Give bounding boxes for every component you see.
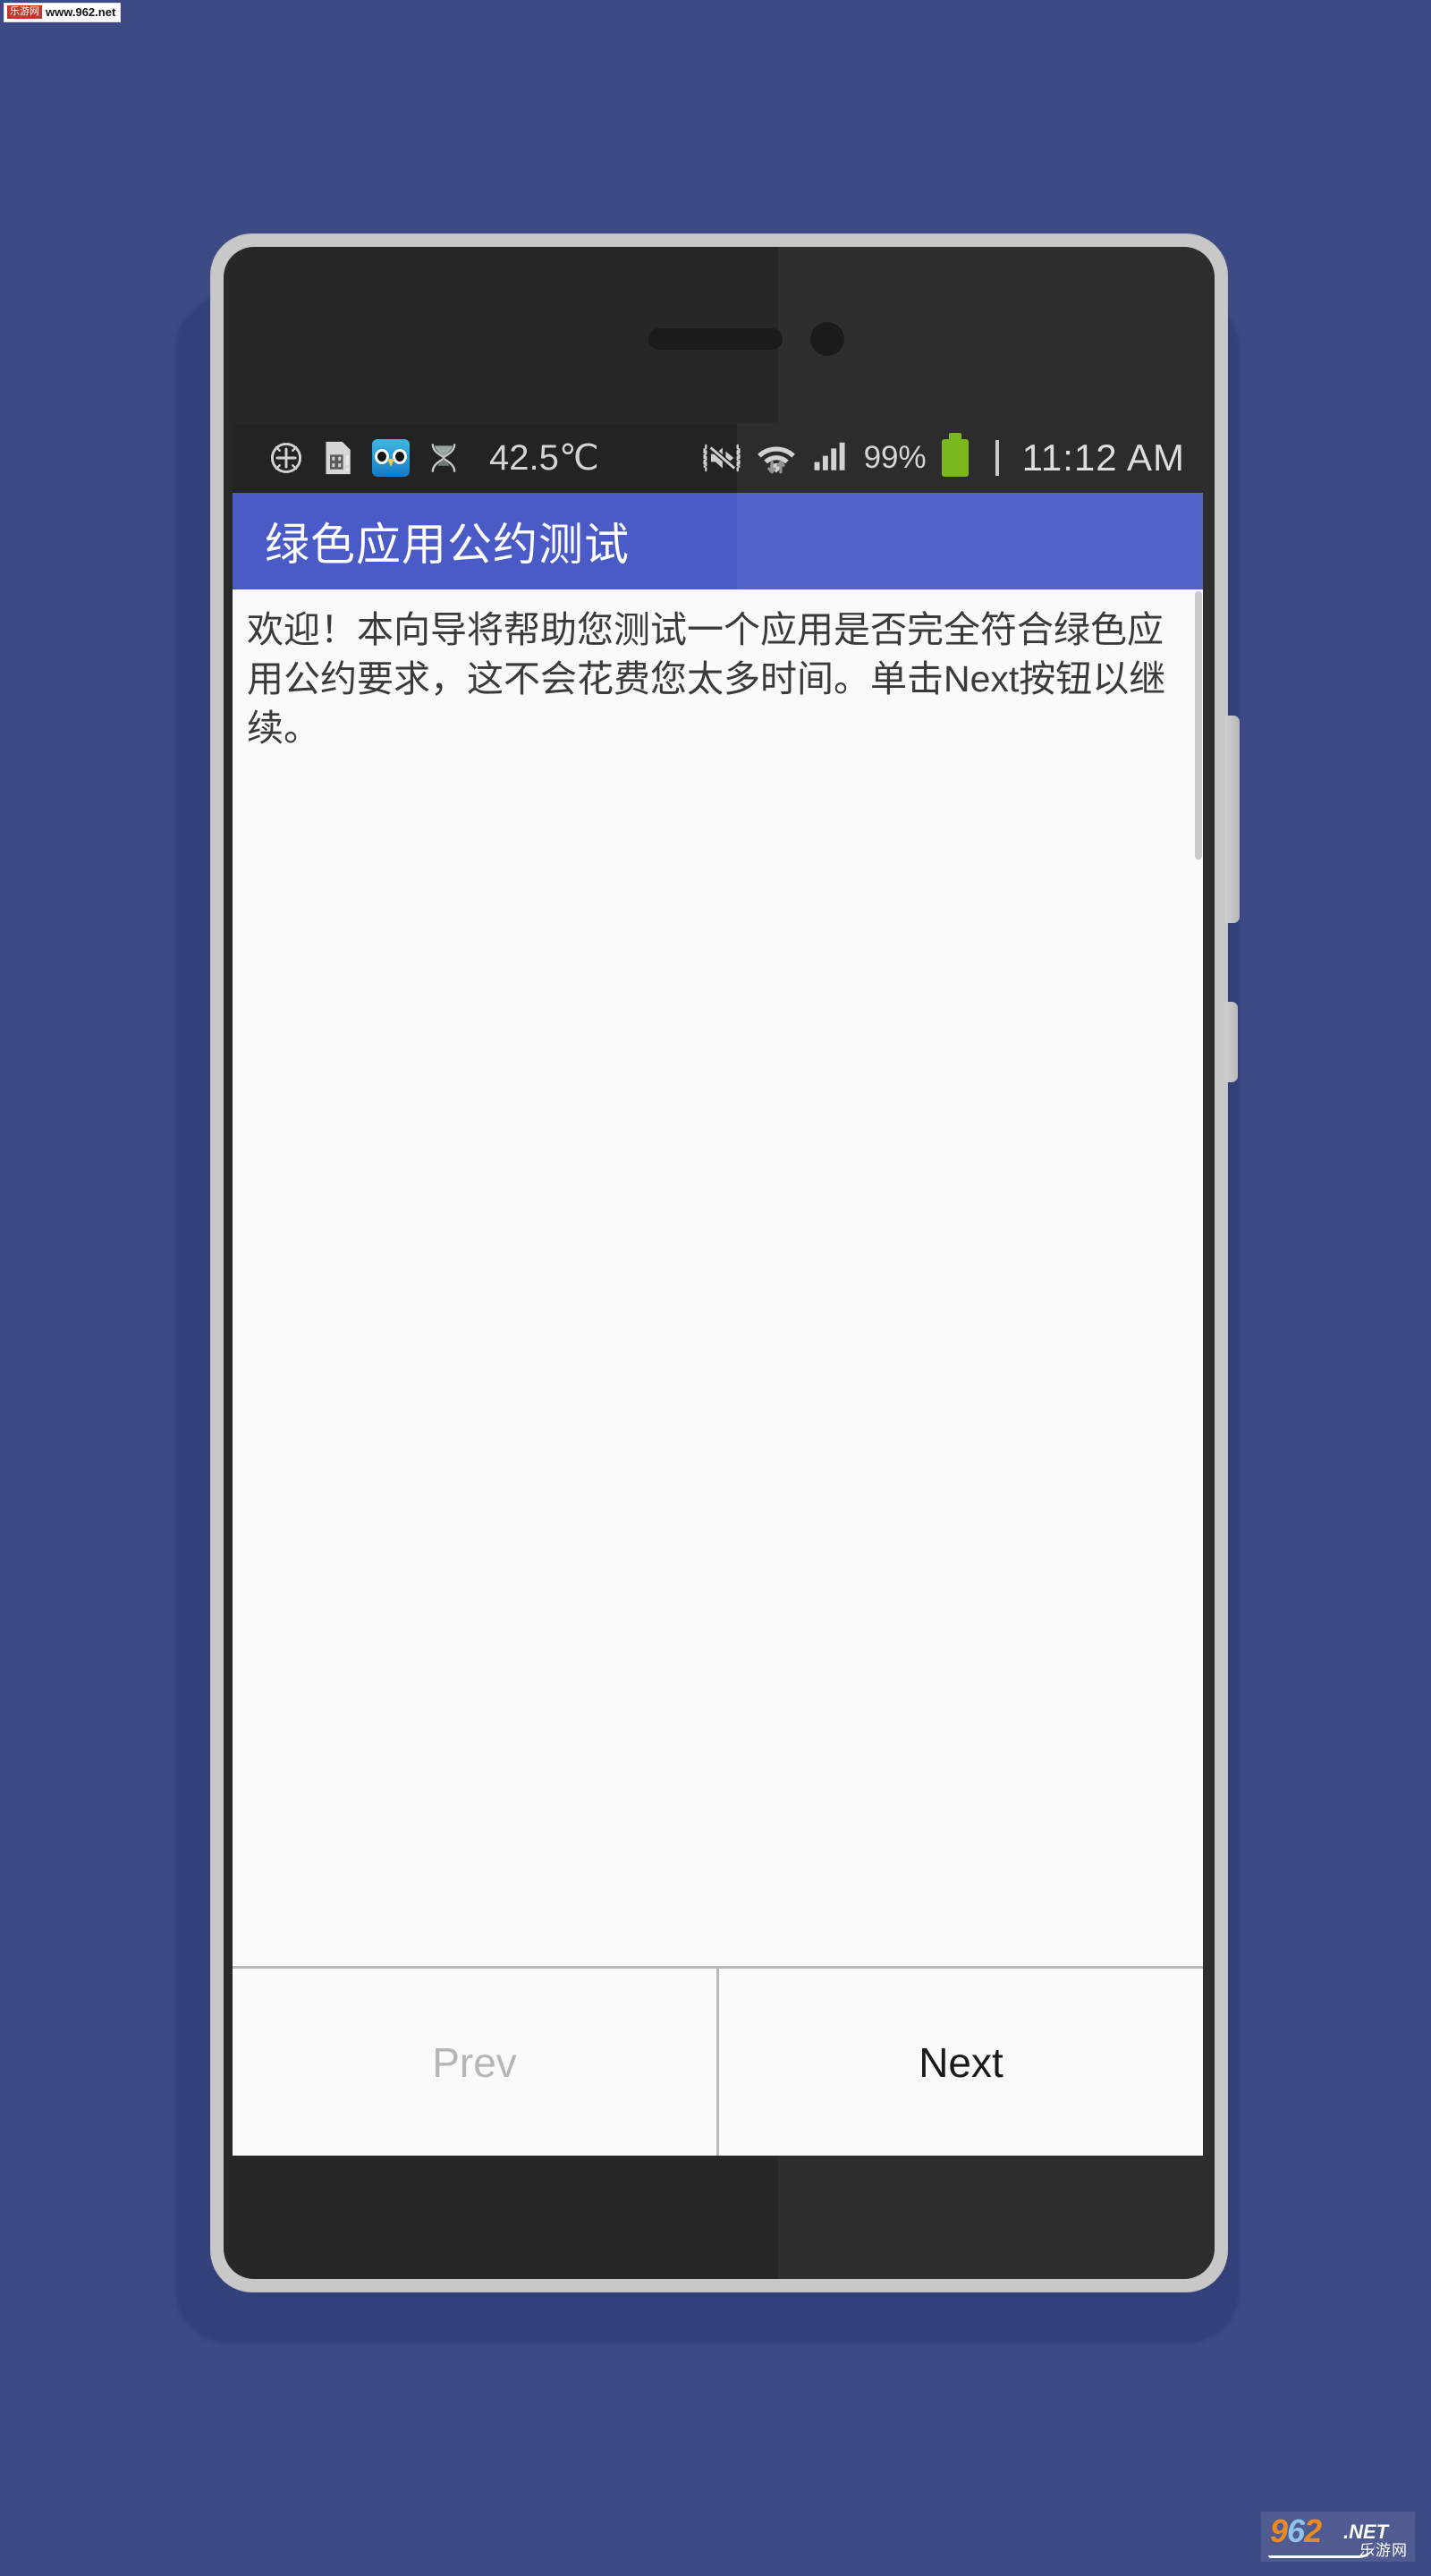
cellular-signal-icon — [814, 442, 845, 470]
prev-button[interactable]: Prev — [233, 1969, 716, 2156]
owl-beak — [387, 459, 394, 467]
status-bar-right-icons: 99% 11:12 AM — [701, 433, 1190, 479]
app-bar-sheen — [737, 493, 1203, 589]
phone-screen: 42.5℃ 99% 11:12 AM 绿色应用公约测试 欢迎！本向导将帮助您测试… — [233, 423, 1203, 2156]
earpiece-speaker — [648, 328, 783, 350]
status-bar-divider — [995, 440, 999, 476]
wizard-description-text: 欢迎！本向导将帮助您测试一个应用是否完全符合绿色应用公约要求，这不会花费您太多时… — [247, 609, 1166, 749]
watermark-url: www.962.net — [46, 5, 116, 19]
wifi-icon — [757, 446, 795, 474]
android-status-bar: 42.5℃ 99% 11:12 AM — [233, 423, 1203, 493]
power-button[interactable] — [1225, 1002, 1238, 1082]
battery-icon — [941, 433, 969, 477]
status-bar-left-icons — [267, 438, 462, 478]
temperature-readout: 42.5℃ — [489, 438, 599, 478]
gps-crosshair-icon — [270, 442, 302, 474]
wizard-content-area: 欢迎！本向导将帮助您测试一个应用是否完全符合绿色应用公约要求，这不会花费您太多时… — [233, 589, 1203, 1966]
content-scrollbar-track[interactable] — [1194, 589, 1203, 1966]
watermark-bottom-right: 962 .NET 乐游网 — [1261, 2512, 1415, 2562]
page-title: 绿色应用公约测试 — [265, 520, 630, 570]
volume-rocker-button[interactable] — [1225, 716, 1240, 923]
watermark-top-left: 乐游网 www.962.net — [4, 3, 122, 22]
screenshot-root: 42.5℃ 99% 11:12 AM 绿色应用公约测试 欢迎！本向导将帮助您测试… — [0, 0, 1431, 2576]
status-bar-clock: 11:12 AM — [1021, 436, 1185, 479]
front-camera — [810, 322, 844, 356]
hourglass-icon — [431, 444, 456, 472]
owl-app-icon — [372, 439, 410, 477]
watermark-tag: 乐游网 — [7, 5, 42, 19]
wizard-button-bar: Prev Next — [233, 1966, 1203, 2156]
battery-percent-label: 99% — [863, 440, 927, 475]
sim-card-alert-icon — [326, 441, 351, 475]
mute-vibrate-icon — [702, 444, 741, 472]
owl-eye-right — [393, 449, 407, 464]
content-scrollbar-thumb[interactable] — [1195, 591, 1202, 860]
next-button[interactable]: Next — [719, 1969, 1203, 2156]
watermark-chinese-label: 乐游网 — [1359, 2542, 1408, 2559]
app-title-bar: 绿色应用公约测试 — [233, 493, 1203, 589]
